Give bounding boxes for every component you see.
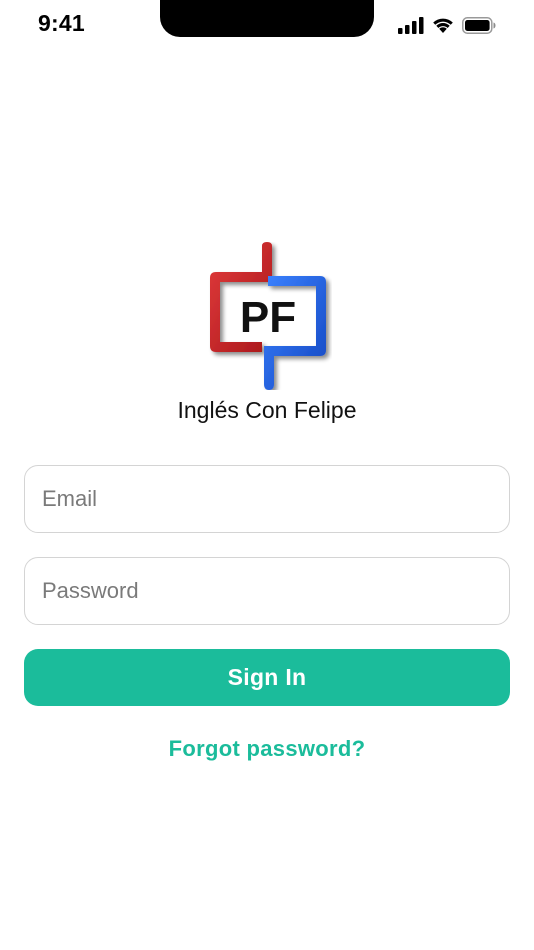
logo-text: PF <box>240 293 296 342</box>
password-input[interactable] <box>25 558 509 624</box>
email-input[interactable] <box>25 466 509 532</box>
password-field[interactable] <box>24 557 510 625</box>
battery-icon <box>462 16 496 34</box>
app-title: Inglés Con Felipe <box>177 397 357 423</box>
app-logo: PF <box>204 242 332 390</box>
status-time: 9:41 <box>38 10 85 36</box>
email-field[interactable] <box>24 465 510 533</box>
status-icons <box>398 15 496 35</box>
signal-icon <box>398 16 424 34</box>
notch <box>160 0 374 37</box>
wifi-icon <box>431 16 455 34</box>
sign-in-button[interactable]: Sign In <box>24 649 510 706</box>
status-bar: 9:41 <box>0 0 534 50</box>
forgot-password-link[interactable]: Forgot password? <box>0 736 534 762</box>
